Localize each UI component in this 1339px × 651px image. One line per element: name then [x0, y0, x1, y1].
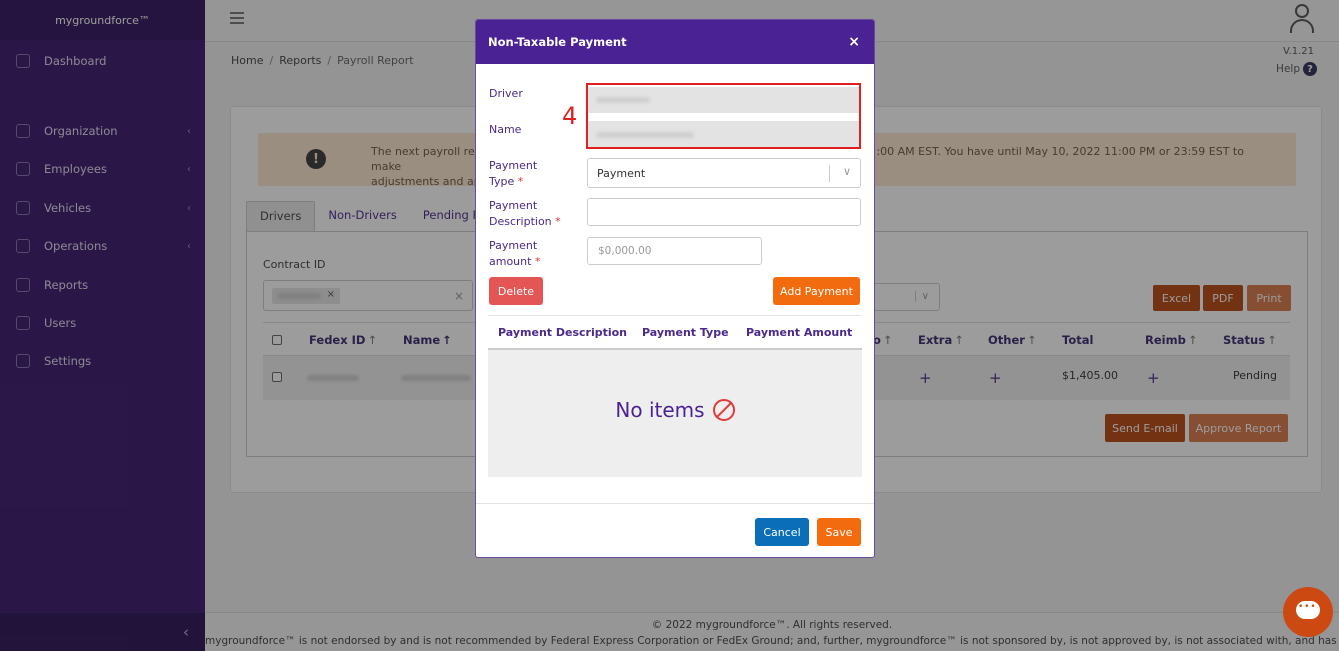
- column-payment-type: Payment Type: [642, 326, 729, 339]
- modal-footer-divider: [476, 503, 874, 504]
- name-label: Name: [489, 123, 522, 136]
- payment-type-value: Payment: [597, 167, 646, 180]
- column-payment-amount: Payment Amount: [746, 326, 853, 339]
- annotation-step-number: 4: [562, 102, 578, 130]
- payment-type-label: Payment Type *: [489, 159, 538, 188]
- payment-amount-label: Payment amount *: [489, 239, 541, 268]
- non-taxable-payment-modal: Non-Taxable Payment × Driver Name 4 Paym…: [475, 19, 875, 558]
- prohibited-icon: [712, 399, 735, 421]
- empty-state-text: No items: [615, 398, 705, 422]
- chevron-down-icon: ∨: [842, 165, 851, 178]
- payment-amount-input[interactable]: $0,000.00: [587, 237, 762, 265]
- empty-state: No items: [488, 398, 862, 422]
- annotation-highlight-box: [586, 83, 861, 149]
- delete-button[interactable]: Delete: [489, 277, 543, 305]
- payment-type-select[interactable]: Payment ∨: [587, 158, 861, 188]
- modal-header: Non-Taxable Payment ×: [476, 20, 874, 64]
- payments-table-header: Payment Description Payment Type Payment…: [488, 315, 862, 350]
- cancel-button[interactable]: Cancel: [755, 518, 809, 546]
- payment-description-input[interactable]: [587, 198, 861, 226]
- column-payment-description: Payment Description: [498, 326, 628, 339]
- add-payment-button[interactable]: Add Payment: [773, 277, 860, 305]
- chat-bubble-icon: [1296, 601, 1320, 619]
- save-button[interactable]: Save: [817, 518, 861, 546]
- payment-description-label: Payment Description *: [489, 199, 561, 228]
- close-icon[interactable]: ×: [848, 34, 860, 50]
- modal-title: Non-Taxable Payment: [488, 35, 627, 49]
- driver-label: Driver: [489, 87, 523, 100]
- payments-table-body: No items: [488, 350, 862, 477]
- chat-button[interactable]: [1283, 587, 1333, 637]
